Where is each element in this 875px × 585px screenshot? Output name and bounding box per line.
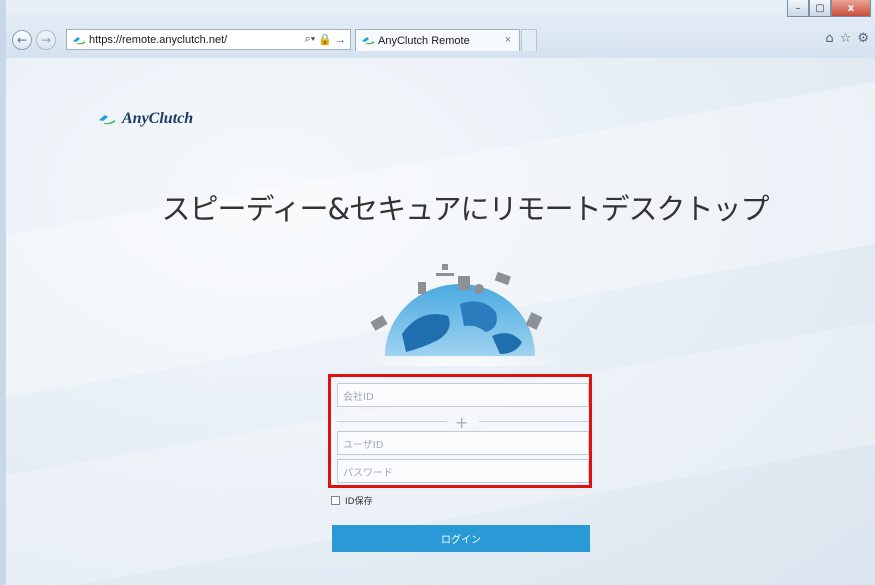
page-viewport: AnyClutch スピーディー&セキュアにリモートデスクトップ 会社ID + … xyxy=(6,58,875,585)
remember-id-checkbox[interactable] xyxy=(331,496,340,505)
plus-icon: + xyxy=(455,413,469,432)
window-controls: – ▢ x xyxy=(787,0,871,17)
anyclutch-logo: AnyClutch xyxy=(98,110,193,128)
login-button[interactable]: ログイン xyxy=(332,525,590,552)
go-arrow-icon[interactable]: → xyxy=(335,34,346,46)
company-id-placeholder: 会社ID xyxy=(343,391,374,403)
divider-line xyxy=(479,421,589,422)
browser-toolbar-right: ⌂ ☆ ⚙ xyxy=(825,31,869,46)
search-dropdown-icon[interactable]: ⌕▾ xyxy=(305,33,316,46)
password-placeholder: パスワード xyxy=(343,467,393,479)
remember-id-label[interactable]: ID保存 xyxy=(345,494,373,507)
tab-title: AnyClutch Remote xyxy=(378,34,470,47)
browser-chrome: ← → https://remote.anyclutch.net/ ⌕▾ 🔒 →… xyxy=(0,0,875,58)
tab-close-icon[interactable]: × xyxy=(505,34,511,46)
address-url[interactable]: https://remote.anyclutch.net/ xyxy=(89,34,227,46)
star-icon[interactable]: ☆ xyxy=(840,31,852,46)
arrow-left-icon: ← xyxy=(16,33,28,47)
tab-anyclutch-remote[interactable]: AnyClutch Remote × xyxy=(355,29,520,51)
home-icon[interactable]: ⌂ xyxy=(825,31,833,46)
user-id-field[interactable]: ユーザID xyxy=(337,431,589,455)
anyclutch-favicon-icon xyxy=(73,37,85,45)
globe-illustration xyxy=(355,264,565,366)
remember-id-option[interactable]: ID保存 xyxy=(331,494,373,507)
company-id-field[interactable]: 会社ID xyxy=(337,383,589,407)
address-bar[interactable]: https://remote.anyclutch.net/ ⌕▾ 🔒 → xyxy=(66,29,351,50)
user-id-placeholder: ユーザID xyxy=(343,439,384,451)
field-divider: + xyxy=(337,413,589,432)
maximize-button[interactable]: ▢ xyxy=(809,0,831,17)
forward-button[interactable]: → xyxy=(36,30,56,50)
back-button[interactable]: ← xyxy=(12,30,32,50)
logo-text: AnyClutch xyxy=(122,110,194,127)
new-tab-button[interactable] xyxy=(521,29,537,51)
lock-icon[interactable]: 🔒 xyxy=(318,33,332,46)
address-tools[interactable]: ⌕▾ 🔒 → xyxy=(305,30,346,49)
close-window-button[interactable]: x xyxy=(831,0,871,17)
minimize-button[interactable]: – xyxy=(787,0,809,17)
page-headline: スピーディー&セキュアにリモートデスクトップ xyxy=(161,192,769,226)
gear-icon[interactable]: ⚙ xyxy=(857,31,869,46)
anyclutch-logo-icon xyxy=(99,115,115,125)
divider-line xyxy=(337,421,447,422)
anyclutch-favicon-icon xyxy=(362,37,374,45)
arrow-right-icon: → xyxy=(40,33,52,47)
login-form-highlight: 会社ID + ユーザID パスワード xyxy=(328,374,592,488)
password-field[interactable]: パスワード xyxy=(337,459,589,483)
